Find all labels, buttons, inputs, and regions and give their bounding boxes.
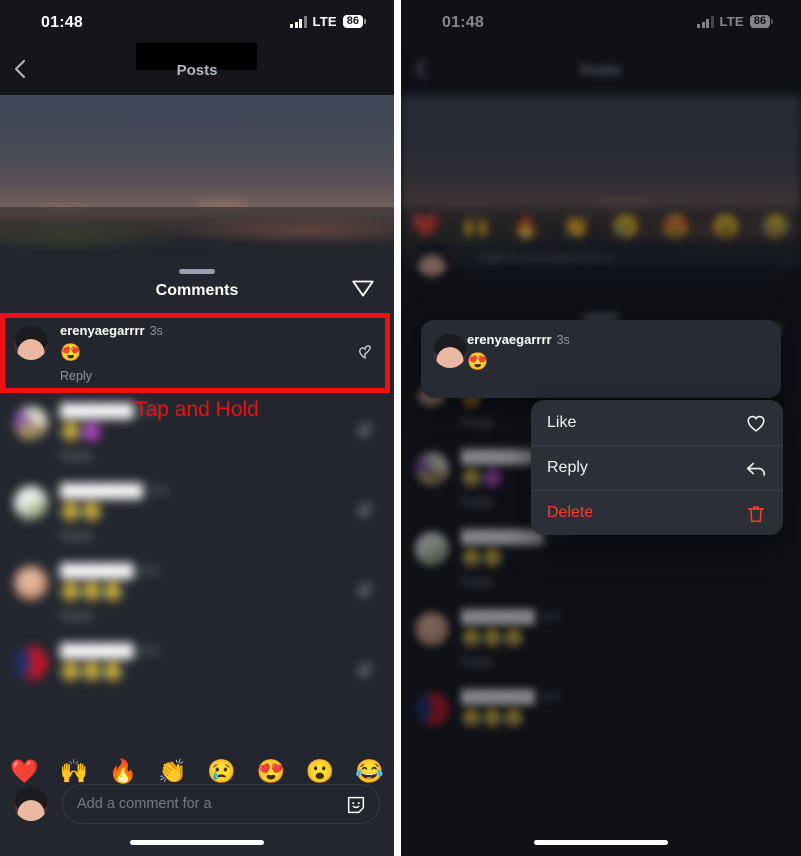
- comment-reply-button[interactable]: Reply: [60, 529, 394, 543]
- home-indicator: [534, 840, 668, 845]
- comments-title: Comments: [155, 282, 239, 299]
- battery-tip: [364, 19, 366, 24]
- home-indicator: [130, 840, 264, 845]
- comment-username: erenyaegarrrr: [467, 332, 552, 347]
- sticker-smiley-icon[interactable]: [345, 794, 367, 816]
- heart-outline-icon[interactable]: [356, 662, 374, 680]
- comment-username[interactable]: erenyaegarrrr: [60, 323, 145, 338]
- left-phone-screen: 01:48 LTE 86 Posts Comments erenyaegarrr…: [0, 0, 394, 856]
- comment-username[interactable]: ████████: [60, 563, 134, 578]
- heart-outline-icon: [745, 412, 767, 434]
- comment-meta: █████████ 17s: [60, 482, 394, 500]
- context-menu-item-like[interactable]: Like: [531, 400, 783, 445]
- page-title: Posts: [176, 62, 218, 79]
- comparison-screenshot: 01:48 LTE 86 Posts Comments erenyaegarrr…: [0, 0, 801, 856]
- network-type-label: LTE: [312, 14, 337, 29]
- comment-row[interactable]: █████████ 17s 😂😂 Reply: [0, 469, 394, 549]
- comment-text: 😂😂😂: [60, 583, 124, 602]
- avatar[interactable]: [14, 646, 48, 680]
- comment-meta: erenyaegarrrr 3s: [467, 331, 781, 349]
- trash-icon: [745, 503, 767, 525]
- avatar[interactable]: [14, 486, 48, 520]
- comment-input-placeholder: Add a comment for a: [77, 796, 212, 812]
- comment-text: 😂😂😂: [60, 663, 124, 682]
- panel-divider: [394, 0, 401, 856]
- comment-text: 😂😂: [60, 503, 103, 522]
- comment-row-highlighted[interactable]: erenyaegarrrr 3s 😍 Reply: [0, 309, 394, 389]
- focused-comment-card[interactable]: erenyaegarrrr 3s 😍: [421, 320, 781, 398]
- nav-bar: Posts: [0, 43, 394, 95]
- status-bar: 01:48 LTE 86: [0, 0, 394, 46]
- comment-reply-button[interactable]: Reply: [60, 449, 394, 463]
- post-photo[interactable]: [0, 95, 394, 265]
- comments-list[interactable]: erenyaegarrrr 3s 😍 Reply ████████ 17s 😂🟣…: [0, 309, 394, 746]
- tap-and-hold-annotation: Tap and Hold: [135, 398, 259, 421]
- context-menu-label: Delete: [547, 504, 594, 521]
- comment-timestamp: 17s: [138, 644, 159, 658]
- reply-arrow-icon: [745, 458, 767, 480]
- avatar: [433, 334, 467, 368]
- comment-text: 😍: [467, 352, 489, 371]
- context-menu-item-reply[interactable]: Reply: [531, 445, 783, 490]
- comment-meta: erenyaegarrrr 3s: [60, 322, 394, 340]
- comment-username[interactable]: █████████: [60, 483, 143, 498]
- paper-plane-icon[interactable]: [350, 275, 376, 301]
- comment-reply-button[interactable]: Reply: [60, 609, 394, 623]
- cellular-signal-icon: [290, 15, 307, 28]
- status-indicators: LTE 86: [290, 14, 366, 29]
- heart-outline-icon[interactable]: [356, 582, 374, 600]
- comment-reply-button[interactable]: Reply: [60, 369, 394, 383]
- context-menu-label: Reply: [547, 459, 588, 476]
- battery-level: 86: [342, 15, 363, 28]
- comment-timestamp: 17s: [138, 564, 159, 578]
- comment-row[interactable]: ████████ 17s 😂😂😂 Reply: [0, 549, 394, 629]
- heart-outline-icon[interactable]: [356, 502, 374, 520]
- comments-sheet: Comments erenyaegarrrr 3s 😍 Reply ██████…: [0, 265, 394, 856]
- comment-username[interactable]: ████████: [60, 643, 134, 658]
- comment-meta: ████████ 17s: [60, 562, 394, 580]
- comment-timestamp: 3s: [556, 333, 570, 347]
- comment-input[interactable]: Add a comment for a: [62, 784, 380, 824]
- comment-text: 😍: [60, 343, 82, 362]
- status-time: 01:48: [41, 14, 83, 31]
- comment-text: 😂🟣: [60, 423, 103, 442]
- avatar: [14, 787, 48, 821]
- context-menu-label: Like: [547, 413, 577, 431]
- avatar[interactable]: [14, 566, 48, 600]
- right-phone-screen: 01:48 LTE 86 Posts: [401, 0, 801, 856]
- heart-outline-icon[interactable]: [356, 422, 374, 440]
- comment-composer: Add a comment for a: [0, 780, 394, 828]
- comment-meta: ████████ 17s: [60, 642, 394, 660]
- comments-header: Comments: [0, 265, 394, 309]
- battery-icon: 86: [342, 15, 366, 28]
- comment-row[interactable]: ████████ 17s 😂😂😂: [0, 629, 394, 709]
- heart-outline-icon[interactable]: [356, 342, 374, 360]
- avatar[interactable]: [14, 326, 48, 360]
- comment-context-menu[interactable]: Like Reply Delete: [531, 400, 783, 535]
- comment-timestamp: 17s: [147, 484, 169, 498]
- context-menu-item-delete[interactable]: Delete: [531, 490, 783, 535]
- comment-timestamp: 3s: [149, 324, 163, 338]
